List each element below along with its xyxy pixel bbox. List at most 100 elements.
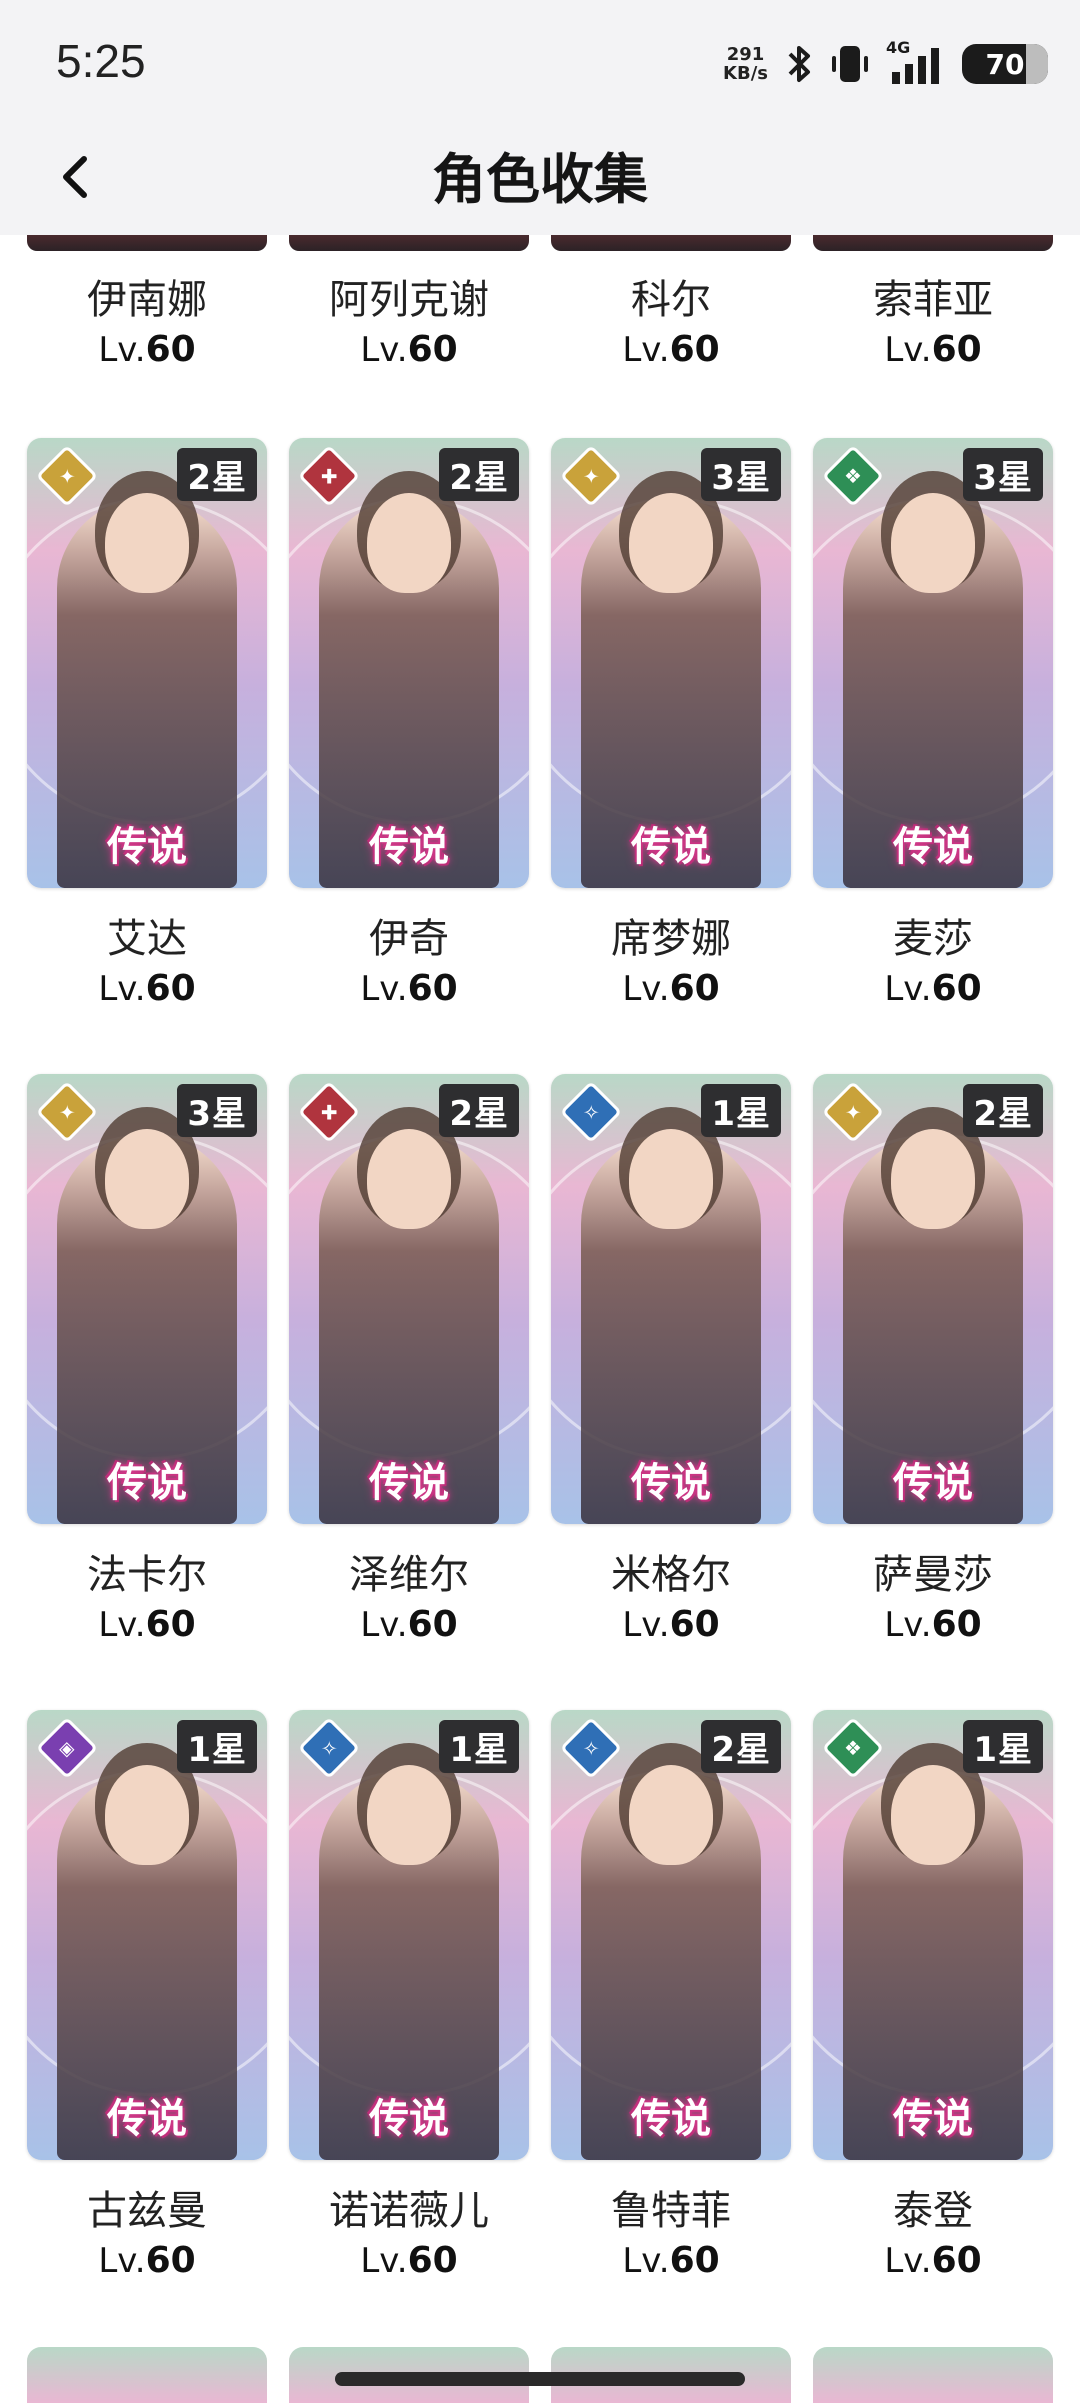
character-portrait-head xyxy=(891,1765,975,1865)
level-value: 60 xyxy=(931,1604,982,1645)
character-portrait-head xyxy=(629,1129,713,1229)
level-value: 60 xyxy=(669,2240,720,2281)
level-value: 60 xyxy=(145,968,196,1009)
home-indicator[interactable] xyxy=(335,2372,745,2386)
element-water-icon: ✧ xyxy=(559,1716,623,1780)
character-level: Lv.60 xyxy=(551,329,791,370)
character-name: 席梦娜 xyxy=(611,916,731,962)
card-image-partial[interactable] xyxy=(813,2347,1053,2403)
network-speed: 291 KB/s xyxy=(723,45,768,83)
character-level: Lv.60 xyxy=(813,1604,1053,1645)
page-title: 角色收集 xyxy=(432,148,648,211)
character-portrait-head xyxy=(367,493,451,593)
character-name: 阿列克谢 xyxy=(329,277,489,323)
character-card[interactable]: ✦ 2星 传说 xyxy=(27,438,267,888)
level-prefix: Lv. xyxy=(884,1605,932,1645)
character-portrait-head xyxy=(367,1765,451,1865)
star-rank-badge: 1星 xyxy=(701,1084,781,1137)
character-portrait-head xyxy=(629,493,713,593)
character-card[interactable]: ✦ 3星 传说 xyxy=(551,438,791,888)
character-name: 法卡尔 xyxy=(87,1552,207,1598)
level-value: 60 xyxy=(145,2240,196,2281)
element-light-icon: ✦ xyxy=(559,444,623,508)
status-icons: 291 KB/s 4G 70 xyxy=(723,36,1048,92)
star-rank-badge: 2星 xyxy=(963,1084,1043,1137)
level-prefix: Lv. xyxy=(98,969,146,1009)
character-card[interactable]: ✧ 1星 传说 xyxy=(551,1074,791,1524)
level-prefix: Lv. xyxy=(622,1605,670,1645)
character-card[interactable]: ✦ 3星 传说 xyxy=(27,1074,267,1524)
character-name: 萨曼莎 xyxy=(873,1552,993,1598)
signal-icon: 4G xyxy=(886,38,946,86)
character-card[interactable]: ✧ 1星 传说 xyxy=(289,1710,529,2160)
character-name: 米格尔 xyxy=(611,1552,731,1598)
character-name: 索菲亚 xyxy=(873,277,993,323)
element-wind-icon: ❖ xyxy=(821,1716,885,1780)
character-card[interactable]: ✚ 2星 传说 xyxy=(289,1074,529,1524)
character-name: 泽维尔 xyxy=(349,1552,469,1598)
vibrate-icon xyxy=(832,46,868,82)
character-name: 古兹曼 xyxy=(87,2188,207,2234)
character-name: 麦莎 xyxy=(893,916,973,962)
level-value: 60 xyxy=(145,1604,196,1645)
level-prefix: Lv. xyxy=(360,969,408,1009)
character-card[interactable]: ✧ 2星 传说 xyxy=(551,1710,791,2160)
card-image-partial[interactable] xyxy=(551,235,791,251)
card-image-partial[interactable] xyxy=(27,2347,267,2403)
level-prefix: Lv. xyxy=(98,2241,146,2281)
character-card[interactable]: ◈ 1星 传说 xyxy=(27,1710,267,2160)
character-grid[interactable]: 伊南娜 阿列克谢 科尔 索菲亚 Lv.60 Lv.60 Lv.60 Lv.60 … xyxy=(0,235,1080,2403)
level-value: 60 xyxy=(669,329,720,370)
star-rank-badge: 2星 xyxy=(439,448,519,501)
star-rank-badge: 3星 xyxy=(701,448,781,501)
character-level: Lv.60 xyxy=(27,2240,267,2281)
rarity-badge: 传说 xyxy=(631,1460,711,1506)
character-level: Lv.60 xyxy=(289,329,529,370)
character-name: 科尔 xyxy=(631,277,711,323)
character-portrait-head xyxy=(105,1765,189,1865)
character-name: 伊南娜 xyxy=(87,277,207,323)
element-water-icon: ✧ xyxy=(297,1716,361,1780)
star-rank-badge: 2星 xyxy=(701,1720,781,1773)
page-header: 角色收集 xyxy=(0,125,1080,235)
character-level: Lv.60 xyxy=(551,2240,791,2281)
level-value: 60 xyxy=(407,968,458,1009)
character-card[interactable]: ✦ 2星 传说 xyxy=(813,1074,1053,1524)
rarity-badge: 传说 xyxy=(107,1460,187,1506)
level-prefix: Lv. xyxy=(360,2241,408,2281)
rarity-badge: 传说 xyxy=(107,824,187,870)
card-image-partial[interactable] xyxy=(813,235,1053,251)
rarity-badge: 传说 xyxy=(369,824,449,870)
character-level: Lv.60 xyxy=(813,968,1053,1009)
card-image-partial[interactable] xyxy=(27,235,267,251)
network-speed-value: 291 xyxy=(726,44,765,65)
star-rank-badge: 1星 xyxy=(963,1720,1043,1773)
level-prefix: Lv. xyxy=(884,330,932,370)
character-level: Lv.60 xyxy=(813,329,1053,370)
character-portrait-head xyxy=(367,1129,451,1229)
character-level: Lv.60 xyxy=(27,1604,267,1645)
star-rank-badge: 1星 xyxy=(177,1720,257,1773)
level-prefix: Lv. xyxy=(360,1605,408,1645)
battery-level: 70 xyxy=(985,47,1025,81)
level-value: 60 xyxy=(145,329,196,370)
level-value: 60 xyxy=(669,1604,720,1645)
rarity-badge: 传说 xyxy=(893,824,973,870)
level-value: 60 xyxy=(931,2240,982,2281)
network-speed-unit: KB/s xyxy=(723,63,768,84)
level-prefix: Lv. xyxy=(622,969,670,1009)
status-time: 5:25 xyxy=(56,35,146,87)
card-image-partial[interactable] xyxy=(289,235,529,251)
character-portrait-head xyxy=(891,1129,975,1229)
level-prefix: Lv. xyxy=(98,1605,146,1645)
battery-icon: 70 xyxy=(962,44,1048,84)
character-card[interactable]: ❖ 1星传说 xyxy=(813,1710,1053,2160)
character-level: Lv.60 xyxy=(289,968,529,1009)
character-portrait-head xyxy=(105,493,189,593)
level-value: 60 xyxy=(931,968,982,1009)
rarity-badge: 传说 xyxy=(893,2096,973,2142)
character-card[interactable]: ✚ 2星 传说 xyxy=(289,438,529,888)
character-card[interactable]: ❖ 3星 传说 xyxy=(813,438,1053,888)
level-prefix: Lv. xyxy=(884,969,932,1009)
character-portrait-head xyxy=(891,493,975,593)
